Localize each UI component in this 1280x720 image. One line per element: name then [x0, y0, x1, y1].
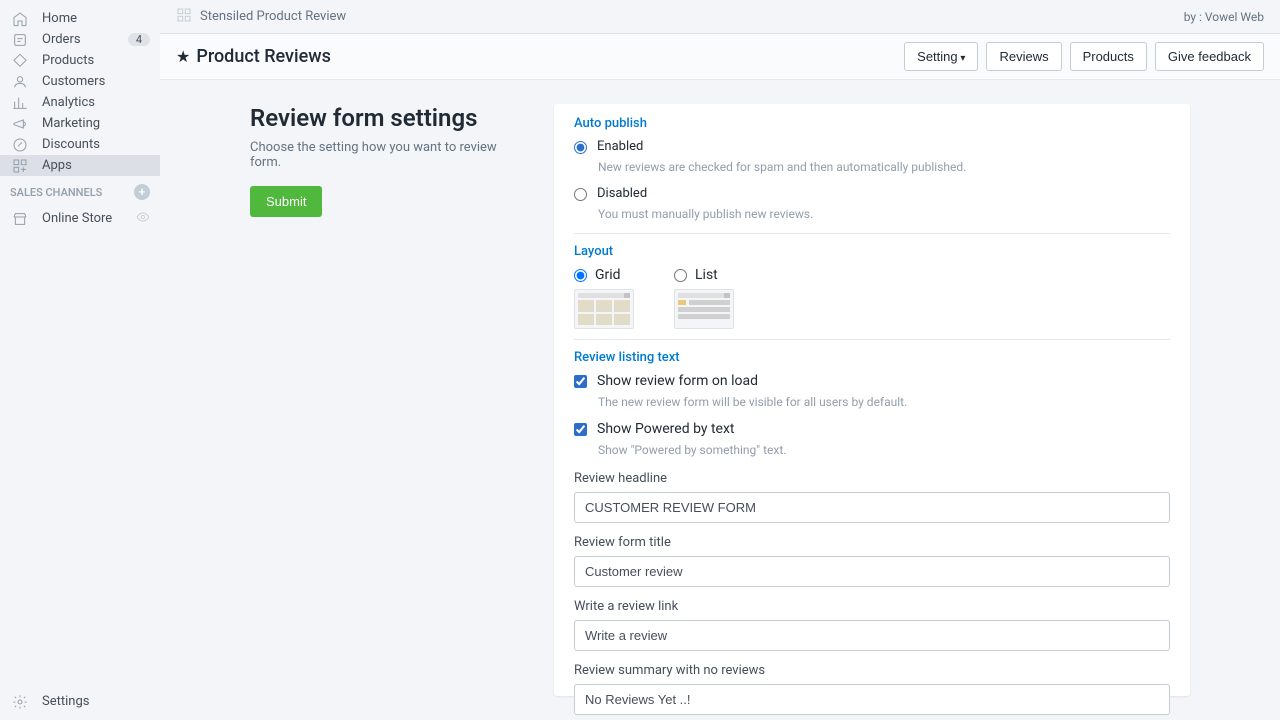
divider: [574, 233, 1170, 234]
settings-card: Auto publish Enabled New reviews are che…: [554, 104, 1190, 696]
radio-label: List: [695, 267, 718, 283]
auto-publish-disabled-radio[interactable]: [574, 188, 587, 201]
section-label: SALES CHANNELS: [10, 186, 102, 199]
topbar: Stensiled Product Review by : Vowel Web: [160, 0, 1280, 34]
nav-online-store[interactable]: Online Store: [0, 208, 160, 229]
review-form-title-label: Review form title: [574, 535, 1170, 550]
nav-label: Online Store: [42, 211, 124, 226]
eye-icon[interactable]: [136, 210, 150, 228]
nav-home[interactable]: Home: [0, 8, 160, 29]
nav-label: Home: [42, 11, 150, 26]
radio-label: Grid: [595, 267, 621, 283]
app-name: Stensiled Product Review: [200, 9, 346, 24]
divider: [574, 339, 1170, 340]
show-form-checkbox[interactable]: [574, 375, 587, 388]
review-form-title-input[interactable]: [574, 556, 1170, 587]
main: Stensiled Product Review by : Vowel Web …: [160, 0, 1280, 720]
settings-subtitle: Choose the setting how you want to revie…: [250, 140, 530, 170]
page-title: Product Reviews: [196, 46, 331, 67]
nav-label: Analytics: [42, 95, 150, 110]
nav-label: Apps: [42, 158, 150, 173]
megaphone-icon: [10, 114, 30, 134]
content: Review form settings Choose the setting …: [160, 80, 1280, 720]
cb-label: Show review form on load: [597, 373, 758, 389]
byline: by : Vowel Web: [1184, 10, 1264, 24]
no-reviews-label: Review summary with no reviews: [574, 663, 1170, 678]
submit-button[interactable]: Submit: [250, 186, 322, 217]
store-icon: [10, 209, 30, 229]
nav-label: Settings: [42, 694, 150, 709]
nav-discounts[interactable]: Discounts: [0, 134, 160, 155]
review-listing-title: Review listing text: [574, 350, 1170, 365]
write-review-input[interactable]: [574, 620, 1170, 651]
nav-marketing[interactable]: Marketing: [0, 113, 160, 134]
reviews-button[interactable]: Reviews: [986, 42, 1061, 71]
user-icon: [10, 72, 30, 92]
discount-icon: [10, 135, 30, 155]
review-headline-label: Review headline: [574, 471, 1170, 486]
no-reviews-input[interactable]: [574, 684, 1170, 715]
sidebar: Home Orders 4 Products Customers Analyti…: [0, 0, 160, 720]
radio-hint: You must manually publish new reviews.: [598, 205, 1170, 223]
cb-hint: Show "Powered by something" text.: [598, 441, 1170, 459]
gear-icon: [10, 692, 30, 712]
nav-analytics[interactable]: Analytics: [0, 92, 160, 113]
settings-title: Review form settings: [250, 104, 530, 132]
layout-title: Layout: [574, 244, 1170, 259]
page-header: ★ Product Reviews Setting Reviews Produc…: [160, 34, 1280, 80]
settings-intro: Review form settings Choose the setting …: [250, 104, 530, 696]
nav-apps[interactable]: Apps: [0, 155, 160, 176]
nav-settings[interactable]: Settings: [0, 691, 160, 712]
layout-grid-radio[interactable]: [574, 269, 587, 282]
nav-customers[interactable]: Customers: [0, 71, 160, 92]
orders-icon: [10, 30, 30, 50]
write-review-label: Write a review link: [574, 599, 1170, 614]
show-powered-checkbox[interactable]: [574, 423, 587, 436]
header-actions: Setting Reviews Products Give feedback: [904, 42, 1264, 71]
setting-dropdown[interactable]: Setting: [904, 42, 978, 71]
sales-channels-header: SALES CHANNELS +: [0, 176, 160, 208]
nav-label: Discounts: [42, 137, 150, 152]
layout-grid-preview: [574, 289, 634, 329]
radio-label: Enabled: [597, 139, 643, 154]
orders-badge: 4: [128, 33, 150, 46]
auto-publish-enabled-radio[interactable]: [574, 141, 587, 154]
nav-orders[interactable]: Orders 4: [0, 29, 160, 50]
auto-publish-title: Auto publish: [574, 116, 1170, 131]
radio-hint: New reviews are checked for spam and the…: [598, 158, 1170, 176]
nav-label: Marketing: [42, 116, 150, 131]
cb-label: Show Powered by text: [597, 421, 735, 437]
feedback-button[interactable]: Give feedback: [1155, 42, 1264, 71]
chart-icon: [10, 93, 30, 113]
add-channel-icon[interactable]: +: [134, 184, 150, 200]
tag-icon: [10, 51, 30, 71]
app-icon: [176, 7, 192, 27]
star-icon: ★: [176, 47, 190, 66]
nav-products[interactable]: Products: [0, 50, 160, 71]
products-button[interactable]: Products: [1070, 42, 1147, 71]
layout-list-radio[interactable]: [674, 269, 687, 282]
cb-hint: The new review form will be visible for …: [598, 393, 1170, 411]
radio-label: Disabled: [597, 186, 647, 201]
nav-label: Products: [42, 53, 150, 68]
nav-label: Orders: [42, 32, 116, 47]
layout-list-preview: [674, 289, 734, 329]
home-icon: [10, 9, 30, 29]
review-headline-input[interactable]: [574, 492, 1170, 523]
nav-label: Customers: [42, 74, 150, 89]
apps-icon: [10, 156, 30, 176]
